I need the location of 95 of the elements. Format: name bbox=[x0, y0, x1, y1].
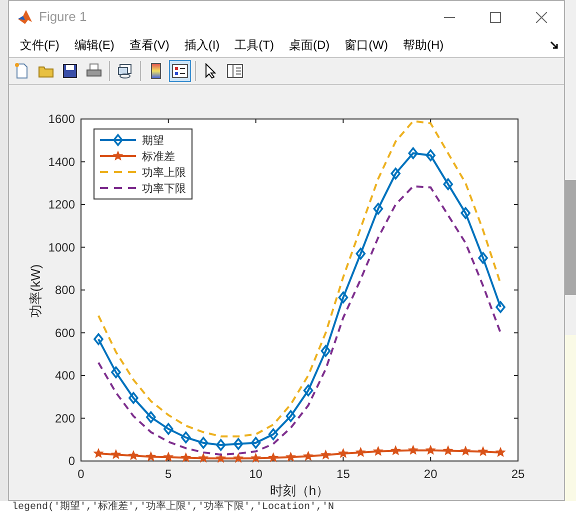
y-tick-label: 600 bbox=[54, 326, 75, 340]
point bbox=[164, 452, 174, 462]
point bbox=[356, 447, 366, 456]
legend-icon bbox=[172, 62, 188, 79]
point bbox=[426, 445, 436, 454]
menu-item[interactable]: 帮助(H) bbox=[398, 36, 449, 54]
dock-arrow-icon bbox=[550, 40, 558, 49]
y-tick-label: 400 bbox=[54, 368, 75, 382]
legend-line-sample bbox=[100, 150, 136, 160]
x-tick-label: 0 bbox=[78, 466, 84, 481]
linked-windows-icon bbox=[117, 62, 133, 79]
y-tick-label: 1400 bbox=[48, 154, 75, 169]
y-tick-label: 1000 bbox=[48, 240, 75, 254]
point bbox=[303, 384, 314, 396]
legend-label: 功率下限 bbox=[142, 182, 186, 195]
point bbox=[94, 333, 104, 345]
point bbox=[426, 149, 436, 162]
point bbox=[478, 446, 488, 456]
point bbox=[390, 446, 400, 455]
close-icon bbox=[536, 12, 546, 22]
y-tick-label: 1600 bbox=[48, 112, 75, 126]
point bbox=[268, 428, 278, 440]
x-tick-label: 25 bbox=[511, 466, 525, 481]
point bbox=[181, 452, 191, 462]
point bbox=[198, 453, 208, 462]
point bbox=[234, 453, 243, 462]
point bbox=[233, 438, 244, 450]
point bbox=[496, 301, 506, 313]
point bbox=[304, 451, 313, 460]
point bbox=[496, 447, 506, 456]
point bbox=[373, 446, 383, 456]
point bbox=[216, 453, 226, 462]
menu-item[interactable]: 窗口(W) bbox=[340, 36, 393, 54]
menu-item[interactable]: 工具(T) bbox=[230, 36, 279, 54]
point bbox=[443, 446, 453, 455]
background-code-line: legend('期望','标准差','功率上限','功率下限','Location','N bbox=[12, 501, 334, 514]
point bbox=[268, 452, 278, 462]
legend-label: 功率上限 bbox=[142, 166, 186, 179]
point bbox=[250, 436, 261, 449]
point bbox=[198, 436, 208, 449]
x-tick-label: 20 bbox=[424, 466, 438, 481]
point bbox=[128, 392, 138, 404]
point bbox=[146, 411, 156, 423]
point bbox=[286, 410, 296, 422]
legend-label: 期望 bbox=[142, 134, 164, 147]
point bbox=[460, 207, 470, 219]
y-tick-label: 800 bbox=[54, 282, 75, 297]
point bbox=[286, 452, 296, 462]
menu-item[interactable]: 查看(V) bbox=[124, 36, 174, 54]
menu-item[interactable]: 文件(F) bbox=[15, 36, 64, 54]
legend-line-sample bbox=[100, 133, 136, 146]
y-tick-label: 1200 bbox=[48, 197, 75, 212]
point bbox=[111, 366, 121, 378]
point bbox=[320, 344, 331, 357]
x-tick-label: 15 bbox=[336, 466, 350, 481]
point bbox=[146, 452, 156, 461]
pointer-icon bbox=[205, 62, 217, 79]
menu-item[interactable]: 编辑(E) bbox=[69, 36, 120, 54]
point bbox=[94, 448, 104, 458]
point bbox=[111, 450, 121, 459]
point bbox=[390, 167, 401, 180]
point bbox=[180, 431, 191, 444]
toolbar-button[interactable] bbox=[169, 60, 191, 82]
point bbox=[321, 450, 330, 459]
x-tick-label: 5 bbox=[165, 466, 172, 481]
point bbox=[164, 422, 174, 435]
point bbox=[338, 291, 348, 304]
point bbox=[356, 248, 366, 260]
maximize-icon bbox=[490, 12, 500, 22]
y-tick-label: 200 bbox=[54, 411, 75, 426]
point bbox=[460, 446, 470, 456]
point bbox=[408, 147, 418, 159]
point bbox=[373, 202, 384, 215]
point bbox=[128, 450, 138, 460]
x-tick-label: 10 bbox=[249, 466, 262, 481]
window-title: Figure 1 bbox=[39, 8, 87, 26]
new-file-icon bbox=[14, 62, 30, 79]
point bbox=[216, 438, 226, 451]
y-axis-label: 功率(kW) bbox=[28, 264, 43, 318]
point bbox=[338, 448, 348, 458]
save-icon bbox=[62, 62, 78, 79]
point bbox=[478, 252, 488, 264]
minimize-icon bbox=[444, 16, 454, 18]
colorbar-icon bbox=[150, 62, 162, 79]
menu-item[interactable]: 插入(I) bbox=[179, 36, 225, 54]
y-tick-label: 0 bbox=[68, 454, 75, 468]
property-inspector-icon bbox=[227, 62, 243, 79]
point bbox=[443, 178, 453, 190]
legend-label: 标准差 bbox=[142, 150, 175, 163]
app-logo-icon bbox=[17, 9, 33, 25]
x-axis-label: 时刻（h） bbox=[270, 482, 330, 498]
point bbox=[408, 445, 418, 454]
menu-item[interactable]: 桌面(D) bbox=[284, 36, 335, 54]
point bbox=[251, 453, 260, 462]
printer-icon bbox=[86, 62, 102, 79]
